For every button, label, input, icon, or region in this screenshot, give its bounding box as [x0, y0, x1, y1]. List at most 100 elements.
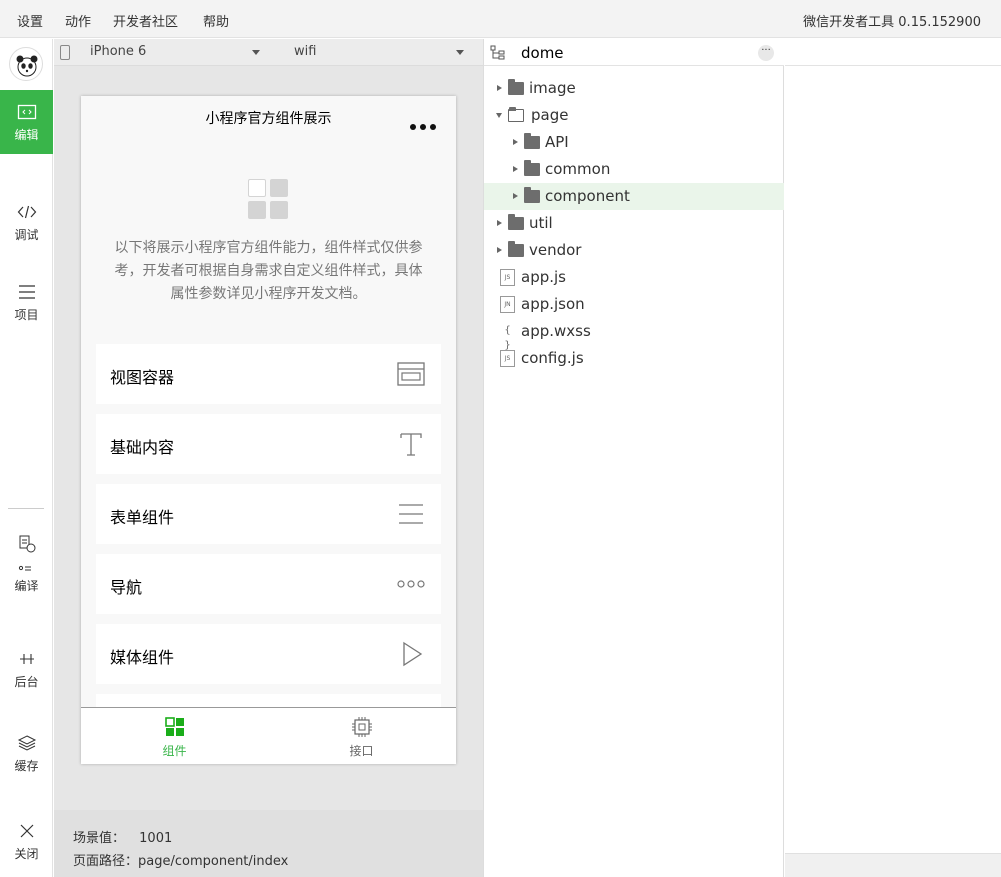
- menu-help[interactable]: 帮助: [203, 11, 229, 30]
- list-item[interactable]: 视图容器: [96, 344, 441, 404]
- component-grid-icon: [248, 179, 290, 221]
- sidebar-item-close[interactable]: 关闭: [0, 811, 53, 875]
- tree-item-label: app.json: [521, 295, 585, 313]
- network-select[interactable]: wifi: [294, 44, 316, 59]
- layers-icon: [17, 735, 36, 751]
- chevron-right-icon[interactable]: [497, 220, 502, 226]
- phone-screen: 小程序官方组件展示 以下将展示小程序官方组件能力，组件样式仅供参考，开发者可根据…: [81, 96, 456, 764]
- tree-structure-icon[interactable]: [490, 45, 506, 61]
- js-file-icon: JS: [500, 350, 515, 367]
- tree-folder-page[interactable]: page: [484, 102, 784, 129]
- tree-file-config-js[interactable]: JS config.js: [484, 345, 784, 372]
- debug-icon: [17, 205, 36, 219]
- background-icon: [19, 654, 34, 664]
- more-options-icon[interactable]: ···: [758, 45, 774, 61]
- phone-icon: [60, 45, 70, 60]
- tree-item-label: config.js: [521, 349, 584, 367]
- tree-folder-component[interactable]: component: [484, 183, 784, 210]
- css-file-icon: { }: [500, 323, 515, 351]
- list-item[interactable]: 表单组件: [96, 484, 441, 544]
- sidebar-item-project[interactable]: 项目: [0, 272, 53, 336]
- tab-components[interactable]: 组件: [81, 708, 268, 764]
- sidebar-item-label: 项目: [14, 308, 39, 322]
- menu-actions[interactable]: 动作: [65, 11, 91, 30]
- list-item[interactable]: 导航: [96, 554, 441, 614]
- form-lines-icon: [399, 504, 423, 524]
- grid-icon: [164, 717, 184, 736]
- menu-settings[interactable]: 设置: [17, 11, 43, 30]
- folder-icon: [524, 160, 540, 176]
- list-item-label: 基础内容: [110, 438, 175, 457]
- tree-file-app-wxss[interactable]: { } app.wxss: [484, 318, 784, 351]
- left-sidebar: 编辑 调试 项目 编译 后台 缓存 关闭: [0, 39, 53, 877]
- chevron-down-icon[interactable]: [456, 50, 464, 55]
- play-icon: [403, 641, 423, 667]
- compile-icon: [18, 535, 35, 571]
- chevron-down-icon[interactable]: [252, 50, 260, 55]
- text-icon: [400, 433, 422, 456]
- list-item-label: 媒体组件: [110, 648, 175, 667]
- chevron-right-icon[interactable]: [513, 166, 518, 172]
- tree-item-label: app.wxss: [521, 322, 591, 340]
- tab-label: 组件: [162, 744, 187, 758]
- tree-item-label: API: [545, 133, 569, 151]
- tree-folder-common[interactable]: common: [484, 156, 784, 183]
- tree-file-app-js[interactable]: JS app.js: [484, 264, 784, 291]
- tab-bar: 组件 接口: [81, 707, 456, 764]
- more-dots-icon[interactable]: [406, 115, 436, 134]
- simulator-toolbar: iPhone 6 wifi: [54, 39, 483, 66]
- list-item[interactable]: 媒体组件: [96, 624, 441, 684]
- folder-icon: [508, 214, 524, 230]
- file-tree-header: dome ···: [484, 39, 784, 66]
- page-path-value: page/component/index: [138, 854, 289, 869]
- sidebar-item-debug[interactable]: 调试: [0, 192, 53, 256]
- list-item[interactable]: 基础内容: [96, 414, 441, 474]
- sidebar-item-label: 缓存: [14, 759, 39, 773]
- sidebar-item-background[interactable]: 后台: [0, 639, 53, 703]
- menu-community[interactable]: 开发者社区: [113, 11, 178, 30]
- chevron-right-icon[interactable]: [513, 193, 518, 199]
- page-nav-bar: 小程序官方组件展示: [81, 96, 456, 138]
- list-item-label: 视图容器: [110, 368, 175, 387]
- tree-file-app-json[interactable]: JN app.json: [484, 291, 784, 318]
- sidebar-item-label: 后台: [14, 675, 39, 689]
- chevron-right-icon[interactable]: [513, 139, 518, 145]
- file-tree-panel: dome ··· image page API common component…: [483, 39, 784, 877]
- simulator-panel: iPhone 6 wifi 小程序官方组件展示 以下将展示小程序官方组件能力，组…: [54, 39, 483, 877]
- folder-icon: [524, 133, 540, 149]
- js-file-icon: JS: [500, 269, 515, 286]
- chevron-down-icon[interactable]: [496, 113, 502, 118]
- tab-api[interactable]: 接口: [268, 708, 455, 764]
- tree-item-label: common: [545, 160, 611, 178]
- panda-avatar-icon: [16, 55, 38, 77]
- close-icon: [20, 824, 33, 838]
- simulator-status: 场景值： 1001 页面路径：page/component/index: [54, 810, 483, 877]
- tree-folder-util[interactable]: util: [484, 210, 784, 237]
- tree-folder-image[interactable]: image: [484, 75, 784, 102]
- tree-item-label: vendor: [529, 241, 582, 259]
- editor-tab-strip: [785, 39, 1001, 66]
- tree-folder-api[interactable]: API: [484, 129, 784, 156]
- device-select[interactable]: iPhone 6: [90, 44, 146, 59]
- chevron-right-icon[interactable]: [497, 247, 502, 253]
- sidebar-item-label: 关闭: [14, 847, 39, 861]
- sidebar-item-compile[interactable]: 编译: [0, 525, 53, 607]
- avatar[interactable]: [9, 47, 43, 81]
- editor-panel[interactable]: [785, 39, 1001, 877]
- folder-open-icon: [508, 107, 524, 122]
- sidebar-item-cache[interactable]: 缓存: [0, 723, 53, 787]
- code-icon: [17, 104, 36, 120]
- sidebar-item-edit[interactable]: 编辑: [0, 90, 53, 154]
- tab-label: 接口: [349, 744, 374, 758]
- tree-folder-vendor[interactable]: vendor: [484, 237, 784, 264]
- chip-icon: [351, 717, 372, 737]
- chevron-right-icon[interactable]: [497, 85, 502, 91]
- editor-status-bar: [785, 853, 1001, 877]
- menubar: 设置 动作 开发者社区 帮助 微信开发者工具 0.15.152900: [0, 0, 1001, 38]
- tree-item-label: util: [529, 214, 553, 232]
- menu-icon: [18, 285, 35, 299]
- sidebar-divider: [8, 508, 44, 509]
- view-container-icon: [397, 362, 425, 386]
- json-file-icon: JN: [500, 296, 515, 313]
- tree-item-label: component: [545, 187, 630, 205]
